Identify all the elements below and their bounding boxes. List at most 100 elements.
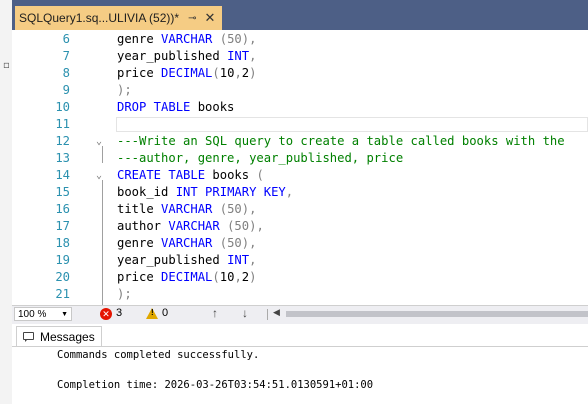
code-line[interactable]: 7 year_published INT, [12,48,588,65]
fold-guide [102,146,103,163]
code-token: (50), [219,236,257,250]
code-line[interactable]: 10 DROP TABLE books [12,99,588,116]
code-token: (50), [227,219,264,233]
line-number: 11 [55,117,70,131]
line-number: 19 [55,253,70,267]
results-pane: Messages Commands completed successfully… [12,324,588,404]
code-token: ---author, genre, year_published, price [117,151,404,165]
code-token: ); [117,83,132,97]
editor-status-bar: 100 % ▼ ✕ 3 ! 0 ↑ ↓ ◀ [12,305,588,325]
line-number: 12 [55,134,70,148]
code-token: (50), [219,32,257,46]
code-line[interactable]: 14 ⌄ CREATE TABLE books ( [12,167,588,184]
code-line[interactable]: 18 genre VARCHAR (50), [12,235,588,252]
code-line[interactable]: 20 price DECIMAL(10,2) [12,269,588,286]
tab-messages[interactable]: Messages [16,326,102,347]
code-line[interactable]: 16 title VARCHAR (50), [12,201,588,218]
error-icon[interactable]: ✕ [100,308,112,320]
code-token: (50), [219,202,257,216]
line-number: 10 [55,100,70,114]
zoom-select[interactable]: 100 % ▼ [14,307,72,321]
error-count[interactable]: 3 [116,307,122,319]
code-token: VARCHAR [161,32,213,46]
code-token: ) [249,66,257,80]
line-number: 15 [55,185,70,199]
code-line[interactable]: 15 book_id INT PRIMARY KEY, [12,184,588,201]
code-line[interactable]: 21); [12,286,588,303]
code-line[interactable]: 9); [12,82,588,99]
code-text: title VARCHAR (50), [117,201,256,218]
previous-issue-icon[interactable]: ↑ [212,306,218,320]
code-line[interactable]: 12 ⌄ ---Write an SQL query to create a tab… [12,133,588,150]
collapse-icon[interactable]: ⌄ [96,167,110,184]
tab-messages-label: Messages [40,330,95,344]
pin-icon[interactable]: ⊸ [188,13,196,24]
collapse-icon[interactable]: ⌄ [96,133,110,150]
warning-mark: ! [151,308,154,317]
code-line[interactable]: 13 ---author, genre, year_published, pric… [12,150,588,167]
code-line[interactable]: 19 year_published INT, [12,252,588,269]
line-number: 18 [55,236,70,250]
code-token: INT [227,253,250,267]
code-token: title [117,202,162,216]
code-token: year_published [117,253,228,267]
code-token: DECIMAL [161,66,213,80]
horizontal-scrollbar-thumb[interactable] [286,311,588,317]
code-token: ( [212,66,220,80]
line-number: 13 [55,151,70,165]
code-text: ); [117,286,132,303]
code-line[interactable]: 17 author VARCHAR (50), [12,218,588,235]
code-line[interactable]: 8 price DECIMAL(10,2) [12,65,588,82]
code-token: VARCHAR [168,219,220,233]
line-number: 14 [55,168,70,182]
code-text: book_id INT PRIMARY KEY, [117,184,293,201]
code-token: 10 [219,66,235,80]
line-number: 6 [62,32,70,46]
code-token: 10 [219,270,235,284]
strip-glyph: ▫ [3,60,10,71]
code-line[interactable]: 11 [12,116,588,133]
line-number: 17 [55,219,70,233]
line-number: 7 [62,49,70,63]
code-token: INT PRIMARY KEY [175,185,286,199]
code-text: ); [117,82,132,99]
code-token: , [234,66,242,80]
next-issue-icon[interactable]: ↓ [242,306,248,320]
scroll-left-icon[interactable]: ◀ [273,307,280,318]
code-text: year_published INT, [117,48,256,65]
code-text: price DECIMAL(10,2) [117,269,256,286]
line-number: 16 [55,202,70,216]
code-token: price [117,270,162,284]
code-text: year_published INT, [117,252,256,269]
code-token: books [190,100,235,114]
code-token: books [205,168,257,182]
code-token: INT [227,49,250,63]
close-icon[interactable]: ✕ [204,10,215,26]
code-token: book_id [117,185,176,199]
code-token: , [249,49,257,63]
code-text: CREATE TABLE books ( [117,167,264,184]
zoom-value: 100 % [18,308,47,320]
code-token: genre [117,32,162,46]
code-token: CREATE TABLE [117,168,206,182]
code-token: , [249,253,257,267]
code-token: VARCHAR [161,202,213,216]
code-text: DROP TABLE books [117,99,234,116]
warning-count[interactable]: 0 [162,307,168,319]
code-text: ---Write an SQL query to create a table … [117,133,565,150]
line-number: 9 [62,83,70,97]
tab-underline [12,346,588,347]
query-tab[interactable]: SQLQuery1.sq...ULIVIA (52))* ⊸ ✕ [15,6,222,30]
code-token: ) [249,270,257,284]
line-number: 8 [62,66,70,80]
code-line[interactable]: 6 genre VARCHAR (50), [12,31,588,48]
line-number: 21 [55,287,70,301]
sql-editor[interactable]: 6 genre VARCHAR (50), 7 year_published INT,… [12,30,588,305]
code-token: year_published [117,49,228,63]
code-text: genre VARCHAR (50), [117,235,256,252]
message-line: Completion time: 2026-03-26T03:54:51.013… [57,379,374,391]
code-token: , [285,185,294,199]
